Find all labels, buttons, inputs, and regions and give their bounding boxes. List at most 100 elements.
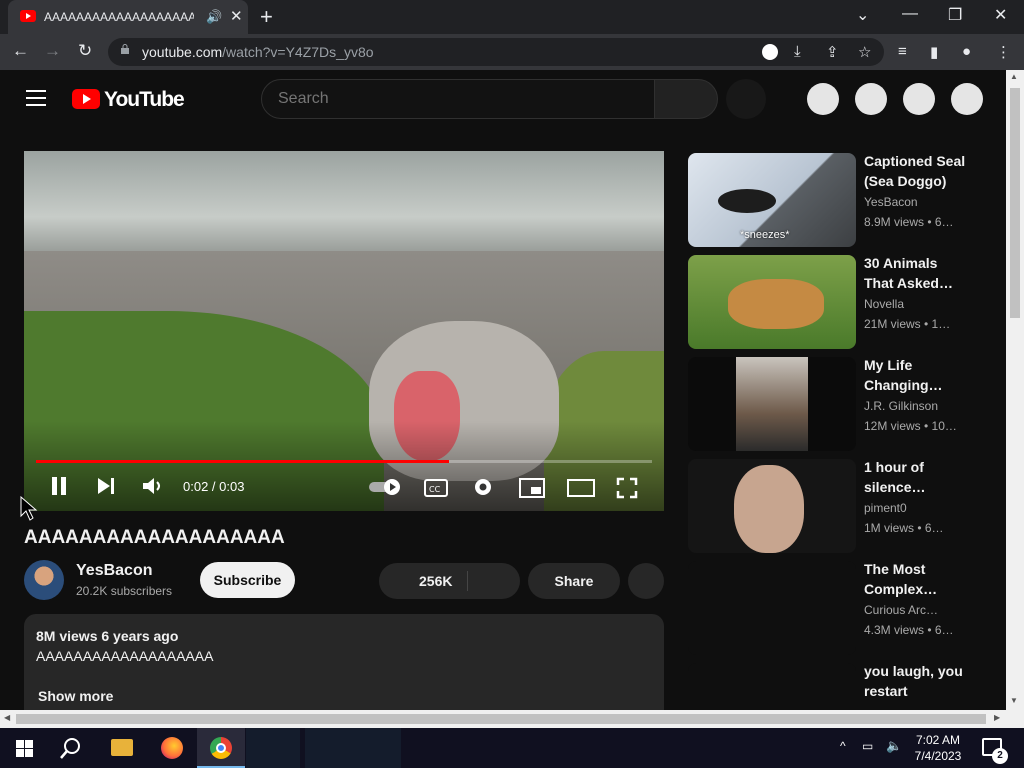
- windows-start-icon[interactable]: [16, 740, 33, 757]
- recommendation-item[interactable]: My Life Changing… J.R. Gilkinson 12M vie…: [688, 355, 988, 451]
- chrome-taskbar-icon[interactable]: [197, 728, 245, 768]
- notification-count-badge: 2: [992, 748, 1008, 764]
- google-icon[interactable]: [762, 44, 778, 60]
- horizontal-scrollbar[interactable]: ◀ ▶: [0, 710, 1024, 728]
- taskbar-app-slot[interactable]: [246, 728, 300, 768]
- reload-icon[interactable]: ↻: [78, 41, 92, 61]
- file-explorer-icon[interactable]: [98, 728, 146, 768]
- system-clock[interactable]: 7:02 AM 7/4/2023: [906, 732, 970, 764]
- tab-search-icon[interactable]: ⌄: [856, 5, 869, 25]
- settings-gear-icon[interactable]: [472, 476, 494, 498]
- description-text: AAAAAAAAAAAAAAAAAAA: [36, 648, 214, 664]
- scroll-right-icon[interactable]: ▶: [994, 713, 1000, 722]
- recommendation-title: Captioned Seal (Sea Doggo): [864, 153, 966, 189]
- more-actions-button[interactable]: [628, 563, 664, 599]
- bookmark-star-icon[interactable]: ☆: [858, 43, 871, 61]
- recommendation-channel: YesBacon: [864, 195, 918, 209]
- recommendation-meta: 8.9M views • 6…: [864, 215, 954, 229]
- profile-icon[interactable]: ●: [962, 43, 971, 60]
- side-panel-icon[interactable]: ▮: [930, 43, 938, 61]
- taskbar-app-slot[interactable]: [305, 728, 401, 768]
- network-icon[interactable]: ▭: [862, 739, 873, 753]
- channel-name[interactable]: YesBacon: [76, 562, 152, 580]
- autoplay-toggle[interactable]: [368, 479, 402, 495]
- channel-avatar[interactable]: [24, 560, 64, 600]
- restore-button[interactable]: ❐: [948, 5, 962, 25]
- install-app-icon[interactable]: ⤓: [794, 43, 801, 60]
- subscriber-count: 20.2K subscribers: [76, 584, 173, 598]
- close-window-button[interactable]: ✕: [994, 5, 1007, 25]
- recommendation-item[interactable]: 1 hour of silence… piment0 1M views • 6…: [688, 457, 988, 553]
- video-thumbnail[interactable]: *sneezes*: [688, 153, 856, 247]
- minimize-button[interactable]: —: [902, 5, 918, 23]
- browser-toolbar: ← → ↻ youtube.com/watch?v=Y4Z7Ds_yv8o ⤓ …: [0, 34, 1024, 70]
- recommendation-title: The Most Complex…: [864, 561, 938, 597]
- captions-icon[interactable]: CC: [424, 479, 448, 497]
- tab-title: AAAAAAAAAAAAAAAAAAAA: [44, 10, 194, 24]
- next-icon[interactable]: [96, 476, 116, 496]
- volume-icon[interactable]: [142, 476, 164, 496]
- browser-tab-strip: AAAAAAAAAAAAAAAAAAAA 🔊 ✕ + ⌄ — ❐ ✕: [0, 0, 1024, 34]
- avatar[interactable]: [951, 83, 983, 115]
- video-thumbnail[interactable]: [688, 561, 856, 655]
- media-controls-icon[interactable]: ≡: [898, 43, 907, 60]
- recommendation-item[interactable]: *sneezes* Captioned Seal (Sea Doggo) Yes…: [688, 151, 988, 247]
- tab-close-icon[interactable]: ✕: [230, 7, 243, 25]
- recommendation-item[interactable]: you laugh, you restart: [688, 661, 988, 710]
- share-page-icon[interactable]: ⇪: [826, 43, 839, 61]
- url-text: youtube.com/watch?v=Y4Z7Ds_yv8o: [142, 44, 374, 60]
- windows-taskbar: ^ ▭ 🔈 7:02 AM 7/4/2023 2: [0, 728, 1024, 768]
- like-dislike-pill: 256K: [379, 563, 520, 599]
- description-box[interactable]: 8M views 6 years ago AAAAAAAAAAAAAAAAAAA…: [24, 614, 664, 710]
- menu-icon[interactable]: [26, 90, 46, 111]
- miniplayer-icon[interactable]: [519, 478, 545, 498]
- show-more-button[interactable]: Show more: [38, 688, 113, 704]
- thumbnail-caption: *sneezes*: [740, 229, 790, 241]
- view-count-date: 8M views 6 years ago: [36, 628, 179, 644]
- search-input[interactable]: [261, 79, 655, 119]
- progress-bar[interactable]: [36, 460, 652, 463]
- recommendation-channel: piment0: [864, 501, 907, 515]
- search-button[interactable]: [654, 79, 718, 119]
- subscribe-button[interactable]: Subscribe: [200, 562, 295, 598]
- video-thumbnail[interactable]: [688, 459, 856, 553]
- fullscreen-icon[interactable]: [616, 477, 638, 499]
- search-icon[interactable]: [60, 737, 82, 759]
- recommendation-item[interactable]: 30 Animals That Asked… Novella 21M views…: [688, 253, 988, 349]
- tab-audio-icon[interactable]: 🔊: [206, 9, 222, 25]
- scroll-up-icon[interactable]: ▲: [1010, 72, 1018, 81]
- share-button[interactable]: Share: [528, 563, 620, 599]
- time-display: 0:02 / 0:03: [183, 479, 245, 494]
- like-button[interactable]: 256K: [419, 573, 452, 589]
- recommendation-title: My Life Changing…: [864, 357, 943, 393]
- recommendation-meta: 4.3M views • 6…: [864, 623, 954, 637]
- browser-tab[interactable]: AAAAAAAAAAAAAAAAAAAA 🔊 ✕: [8, 0, 248, 34]
- mouse-cursor-icon: [20, 496, 38, 521]
- create-button[interactable]: [807, 83, 839, 115]
- video-thumbnail[interactable]: [688, 357, 856, 451]
- youtube-play-logo-icon: [72, 89, 100, 109]
- pause-icon[interactable]: [50, 476, 68, 496]
- video-thumbnail[interactable]: [688, 255, 856, 349]
- vertical-scrollbar[interactable]: ▲ ▼: [1006, 70, 1024, 710]
- volume-muted-icon[interactable]: 🔈: [886, 738, 902, 754]
- firefox-icon[interactable]: [148, 728, 196, 768]
- account-button[interactable]: [903, 83, 935, 115]
- recommendation-item[interactable]: The Most Complex… Curious Arc… 4.3M view…: [688, 559, 988, 655]
- theater-mode-icon[interactable]: [567, 478, 595, 498]
- chrome-menu-icon[interactable]: ⋮: [996, 43, 1011, 61]
- video-player[interactable]: 0:02 / 0:03 CC: [24, 151, 664, 511]
- voice-search-button[interactable]: [726, 79, 766, 119]
- forward-icon[interactable]: →: [44, 41, 61, 61]
- scroll-down-icon[interactable]: ▼: [1010, 696, 1018, 705]
- notifications-button[interactable]: [855, 83, 887, 115]
- back-icon[interactable]: ←: [12, 41, 29, 61]
- recommendation-meta: 12M views • 10…: [864, 419, 957, 433]
- video-thumbnail[interactable]: [688, 663, 856, 710]
- show-hidden-icons-icon[interactable]: ^: [840, 739, 846, 753]
- new-tab-button[interactable]: +: [260, 4, 273, 30]
- recommendation-channel: Curious Arc…: [864, 603, 939, 617]
- recommendation-channel: Novella: [864, 297, 905, 311]
- scroll-left-icon[interactable]: ◀: [4, 713, 10, 722]
- recommendation-meta: 1M views • 6…: [864, 521, 944, 535]
